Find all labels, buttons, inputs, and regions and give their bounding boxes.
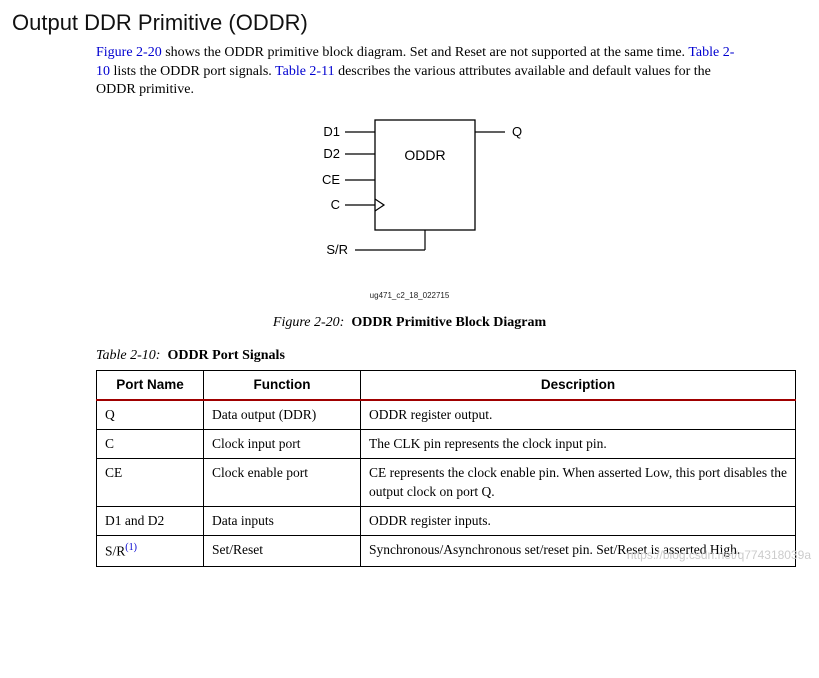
xref-table-2-11[interactable]: Table 2-11 xyxy=(275,64,335,79)
intro-text-1: shows the ODDR primitive block diagram. … xyxy=(162,45,689,60)
cell-description: The CLK pin represents the clock input p… xyxy=(361,430,796,459)
pin-q-label: Q xyxy=(512,124,522,139)
cell-description: ODDR register output. xyxy=(361,400,796,430)
diagram-file-id: ug471_c2_18_022715 xyxy=(12,291,807,302)
cell-port: CE xyxy=(97,459,204,506)
port-signals-table: Port Name Function Description Q Data ou… xyxy=(96,370,796,567)
col-header-description: Description xyxy=(361,370,796,400)
table-row: Q Data output (DDR) ODDR register output… xyxy=(97,400,796,430)
table-caption-title: ODDR Port Signals xyxy=(167,348,284,363)
figure-caption: Figure 2-20: ODDR Primitive Block Diagra… xyxy=(12,314,807,333)
xref-figure-2-20[interactable]: Figure 2-20 xyxy=(96,45,162,60)
cell-function: Set/Reset xyxy=(204,536,361,567)
oddr-diagram-svg: ODDR D1 D2 CE C Q S/R xyxy=(260,110,560,280)
table-header-row: Port Name Function Description xyxy=(97,370,796,400)
diagram-box-label: ODDR xyxy=(404,147,445,163)
figure-block-diagram: ODDR D1 D2 CE C Q S/R ug471_c2_18_022715 xyxy=(12,110,807,302)
pin-d1-label: D1 xyxy=(323,124,340,139)
cell-function: Data output (DDR) xyxy=(204,400,361,430)
table-row: CE Clock enable port CE represents the c… xyxy=(97,459,796,506)
intro-paragraph: Figure 2-20 shows the ODDR primitive blo… xyxy=(96,44,746,101)
pin-ce-label: CE xyxy=(321,172,339,187)
pin-c-label: C xyxy=(330,197,339,212)
table-row: C Clock input port The CLK pin represent… xyxy=(97,430,796,459)
cell-function: Data inputs xyxy=(204,506,361,535)
cell-port: D1 and D2 xyxy=(97,506,204,535)
col-header-function: Function xyxy=(204,370,361,400)
cell-port: C xyxy=(97,430,204,459)
intro-text-2: lists the ODDR port signals. xyxy=(110,64,275,79)
table-caption: Table 2-10: ODDR Port Signals xyxy=(96,347,807,366)
cell-function: Clock enable port xyxy=(204,459,361,506)
cell-description: ODDR register inputs. xyxy=(361,506,796,535)
footnote-ref[interactable]: (1) xyxy=(125,542,137,553)
pin-sr-label: S/R xyxy=(326,242,348,257)
cell-description: Synchronous/Asynchronous set/reset pin. … xyxy=(361,536,796,567)
col-header-port: Port Name xyxy=(97,370,204,400)
figure-caption-title: ODDR Primitive Block Diagram xyxy=(351,315,546,330)
cell-port: S/R(1) xyxy=(97,536,204,567)
figure-caption-label: Figure 2-20: xyxy=(273,315,344,330)
cell-port: Q xyxy=(97,400,204,430)
table-row: S/R(1) Set/Reset Synchronous/Asynchronou… xyxy=(97,536,796,567)
table-row: D1 and D2 Data inputs ODDR register inpu… xyxy=(97,506,796,535)
cell-function: Clock input port xyxy=(204,430,361,459)
pin-d2-label: D2 xyxy=(323,146,340,161)
table-caption-label: Table 2-10: xyxy=(96,348,160,363)
cell-description: CE represents the clock enable pin. When… xyxy=(361,459,796,506)
section-title: Output DDR Primitive (ODDR) xyxy=(12,8,807,38)
